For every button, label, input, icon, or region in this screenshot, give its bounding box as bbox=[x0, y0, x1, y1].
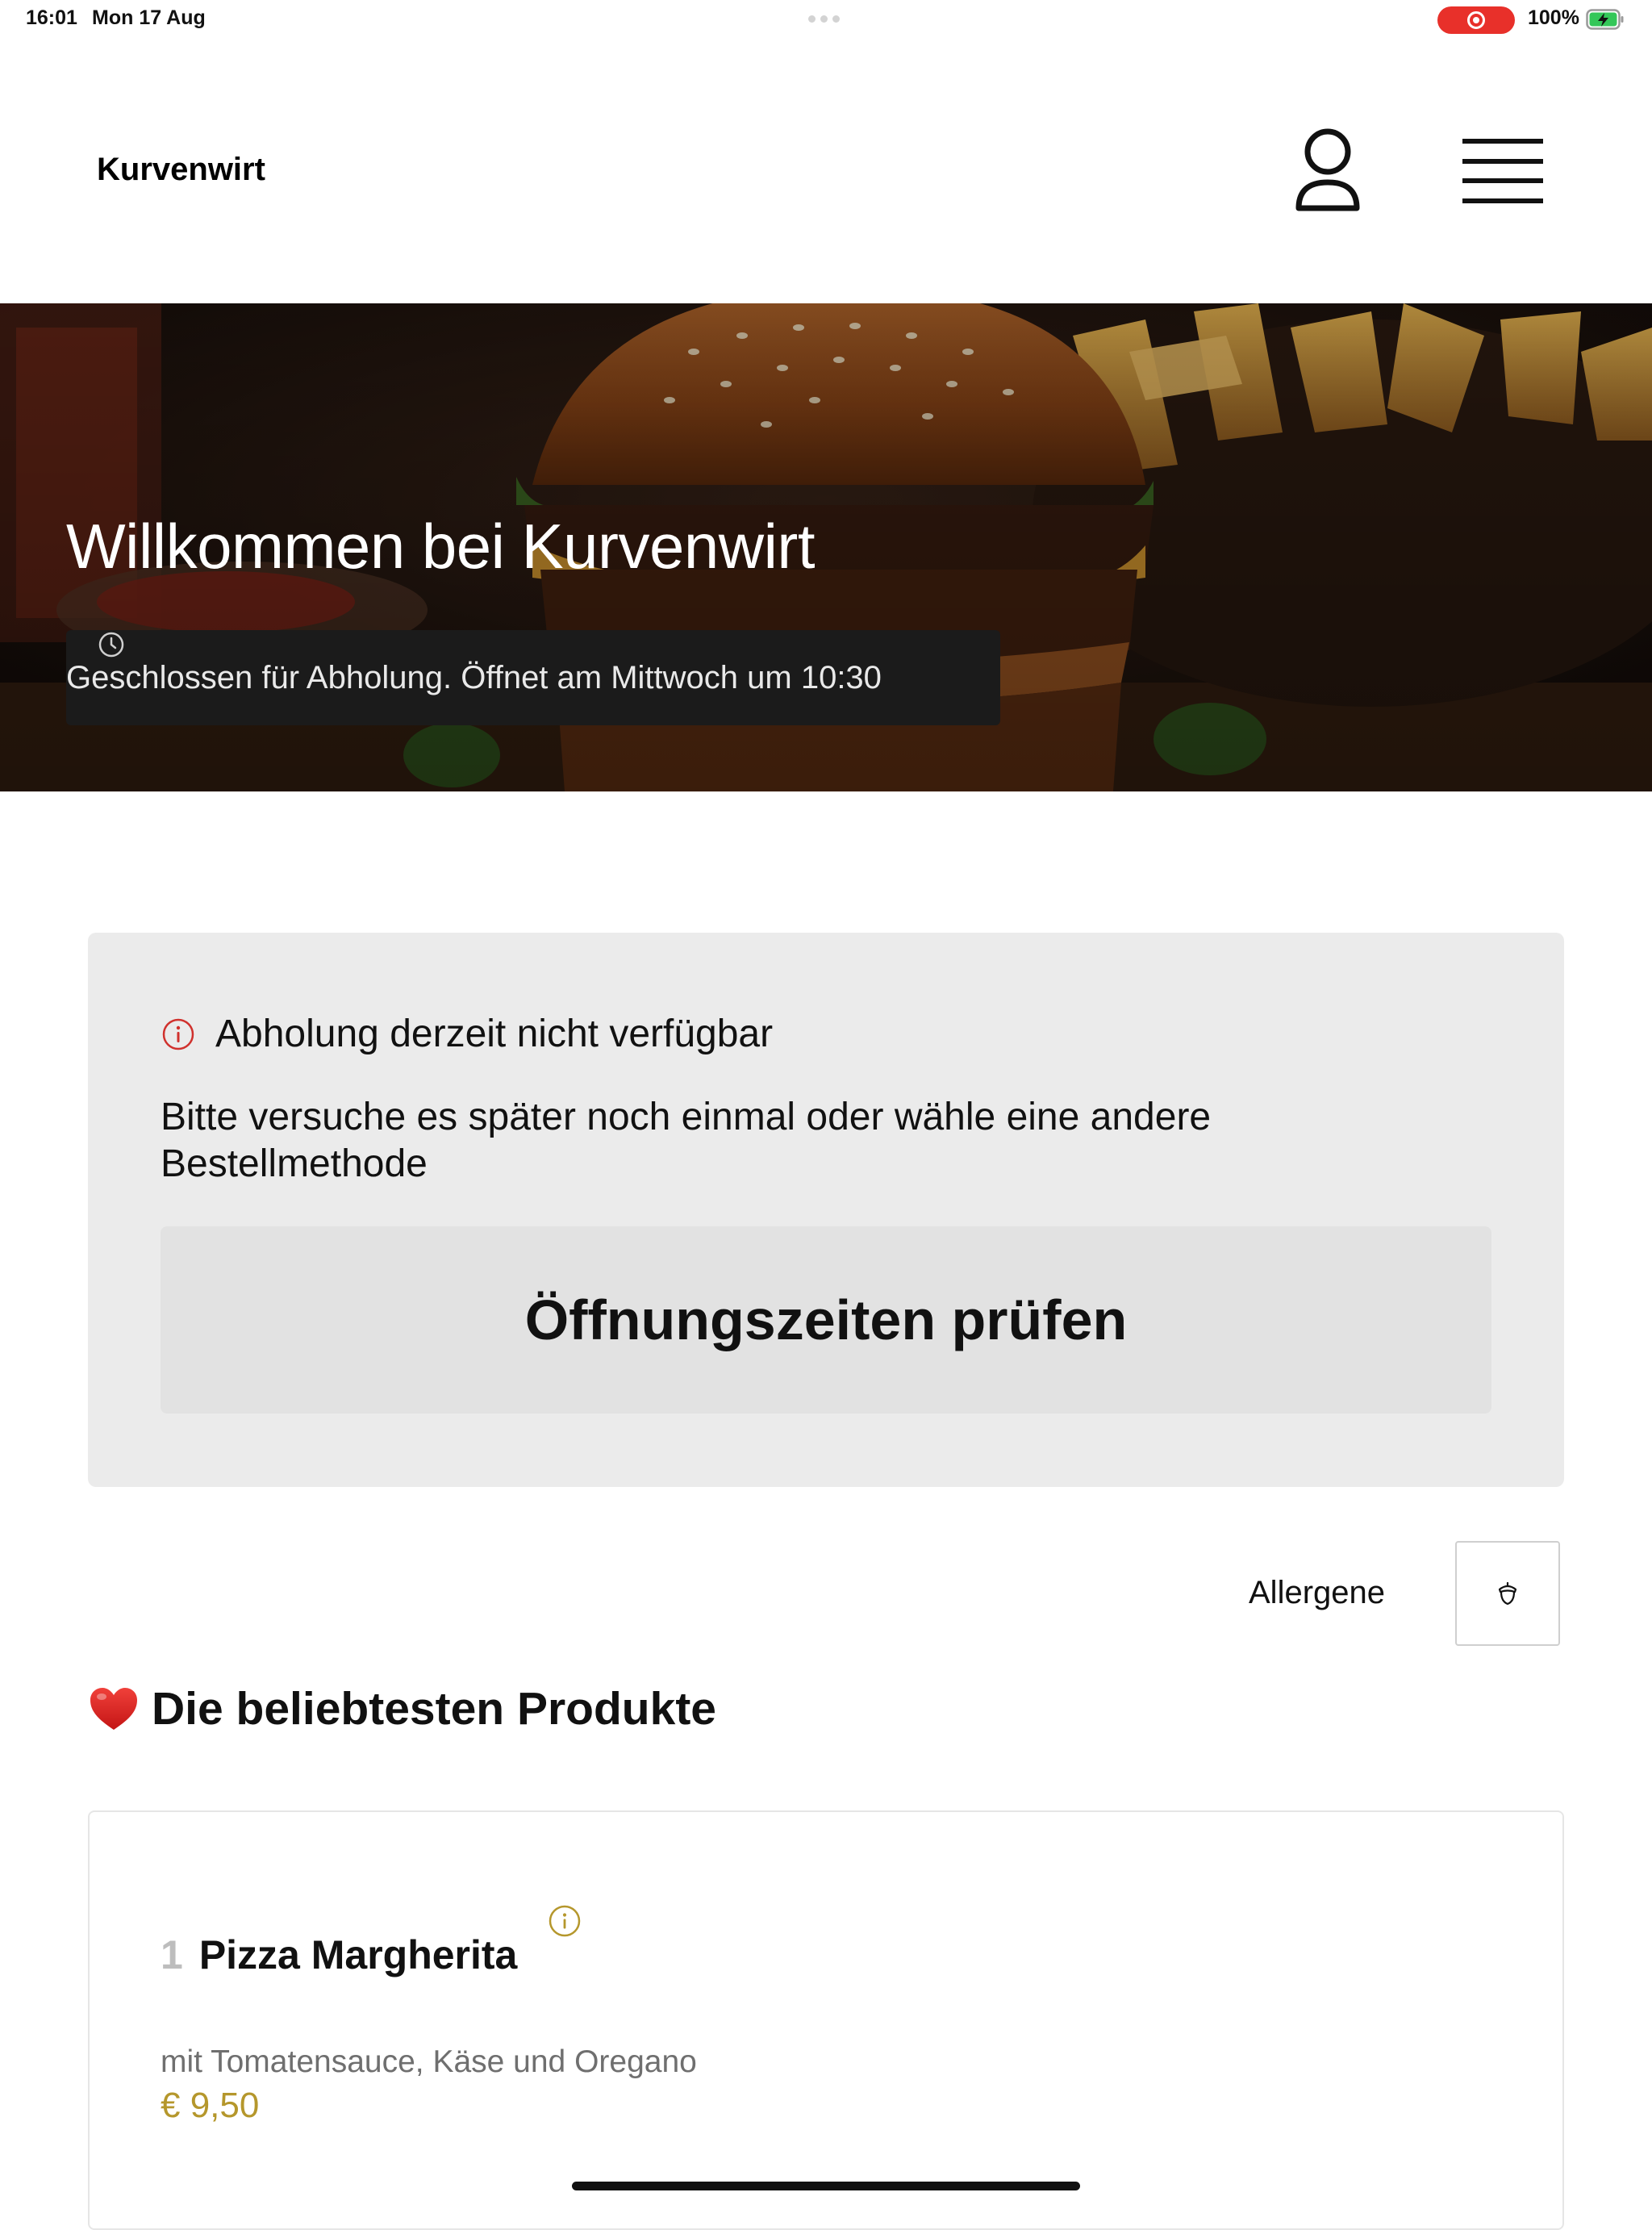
status-bar: 16:01 Mon 17 Aug 100% bbox=[0, 0, 1652, 40]
hero-title: Willkommen bei Kurvenwirt bbox=[66, 511, 816, 582]
brand-name[interactable]: Kurvenwirt bbox=[97, 152, 265, 188]
popular-products-title: Die beliebtesten Produkte bbox=[152, 1683, 717, 1735]
popular-products-header: Die beliebtesten Produkte bbox=[89, 1682, 716, 1735]
product-rank: 1 bbox=[161, 1932, 183, 1977]
hamburger-menu-icon bbox=[1462, 139, 1543, 203]
info-circle-icon bbox=[162, 1018, 194, 1050]
allergen-label: Allergene bbox=[1249, 1575, 1386, 1610]
pickup-unavailable-notice: Abholung derzeit nicht verfügbar Bitte v… bbox=[88, 933, 1564, 1487]
profile-button[interactable] bbox=[1287, 123, 1368, 219]
status-date: Mon 17 Aug bbox=[92, 6, 206, 29]
acorn-icon bbox=[1498, 1581, 1517, 1606]
user-icon bbox=[1295, 128, 1360, 211]
product-name: Pizza Margherita bbox=[198, 1932, 518, 1977]
hero-banner: Willkommen bei Kurvenwirt Geschlossen fü… bbox=[0, 303, 1652, 791]
status-time: 16:01 bbox=[26, 6, 77, 29]
info-circle-icon[interactable] bbox=[548, 1904, 582, 1938]
pickup-status-banner: Geschlossen für Abholung. Öffnet am Mitt… bbox=[66, 630, 1000, 725]
notice-title: Abholung derzeit nicht verfügbar bbox=[215, 1013, 774, 1055]
record-icon bbox=[1467, 11, 1485, 29]
notice-message: Bitte versuche es später noch einmal ode… bbox=[161, 1096, 1212, 1185]
home-indicator[interactable] bbox=[572, 2182, 1080, 2190]
product-description: mit Tomatensauce, Käse und Oregano bbox=[161, 2044, 697, 2079]
battery-percentage: 100% bbox=[1528, 6, 1579, 29]
product-price: € 9,50 bbox=[161, 2086, 260, 2125]
screen-recording-indicator[interactable] bbox=[1437, 6, 1515, 34]
check-opening-hours-button[interactable]: Öffnungszeiten prüfen bbox=[161, 1226, 1491, 1414]
multitasking-dots[interactable] bbox=[808, 15, 840, 23]
clock-icon bbox=[98, 632, 124, 658]
pickup-status-text: Geschlossen für Abholung. Öffnet am Mitt… bbox=[66, 659, 882, 695]
product-card[interactable]: 1 Pizza Margherita mit Tomatensauce, Käs… bbox=[88, 1810, 1564, 2230]
allergen-filter-button[interactable] bbox=[1455, 1541, 1560, 1646]
heart-icon bbox=[90, 1688, 137, 1730]
notice-header: Abholung derzeit nicht verfügbar bbox=[161, 1012, 773, 1056]
battery-charging-icon bbox=[1586, 9, 1624, 30]
product-heading: 1 Pizza Margherita bbox=[161, 1931, 517, 1978]
menu-button[interactable] bbox=[1458, 132, 1547, 210]
